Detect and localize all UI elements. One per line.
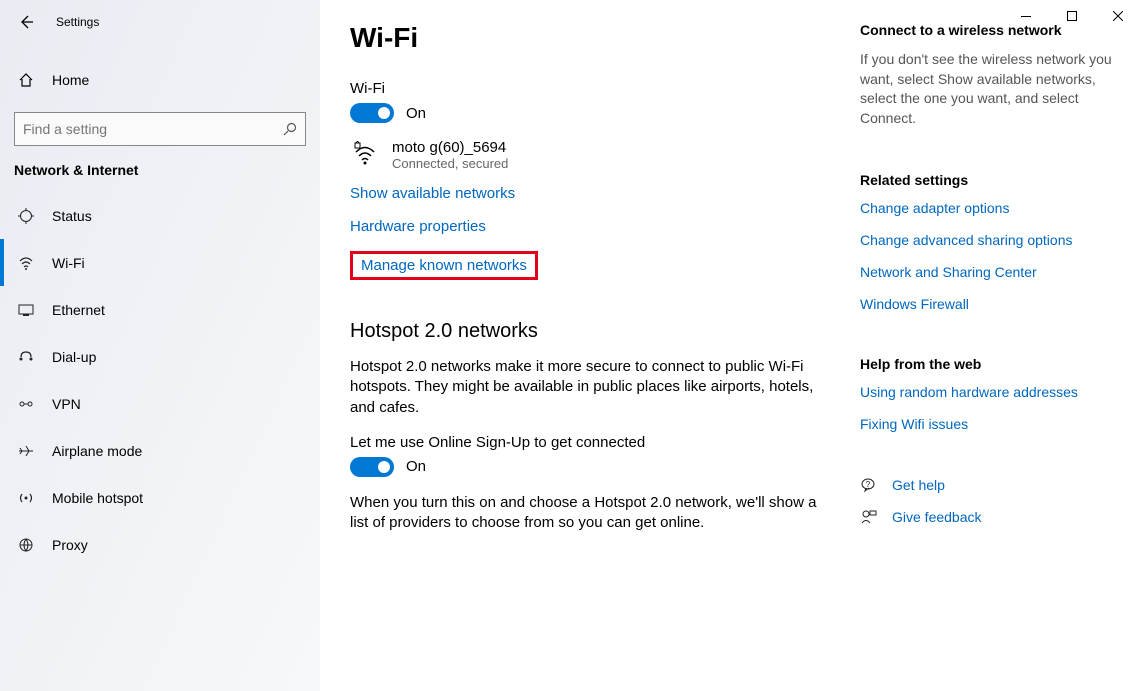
right-pane: Connect to a wireless network If you don… (860, 0, 1135, 691)
sidebar-item-label: Mobile hotspot (52, 490, 143, 506)
sidebar-item-vpn[interactable]: VPN (0, 380, 320, 427)
link-manage-known-networks[interactable]: Manage known networks (361, 257, 527, 274)
sidebar-item-label: VPN (52, 396, 81, 412)
main-content: Wi-Fi Wi-Fi On moto g(60)_5694 Connected… (320, 0, 860, 691)
wifi-toggle[interactable] (350, 103, 394, 123)
sidebar-item-airplane[interactable]: Airplane mode (0, 427, 320, 474)
dialup-icon (18, 349, 34, 365)
page-title: Wi-Fi (350, 22, 830, 54)
link-network-center[interactable]: Network and Sharing Center (860, 264, 1121, 280)
sidebar-item-label: Wi-Fi (52, 255, 85, 271)
get-help-link[interactable]: ? Get help (860, 476, 1121, 494)
signup-toggle[interactable] (350, 457, 394, 477)
sidebar-item-ethernet[interactable]: Ethernet (0, 286, 320, 333)
link-random-hw[interactable]: Using random hardware addresses (860, 384, 1121, 400)
wifi-icon (18, 255, 34, 271)
link-fix-wifi[interactable]: Fixing Wifi issues (860, 416, 1121, 432)
network-name: moto g(60)_5694 (392, 139, 508, 156)
home-icon (18, 72, 34, 88)
back-button[interactable] (18, 14, 34, 30)
signup-state: On (406, 458, 426, 475)
sidebar-item-label: Airplane mode (52, 443, 142, 459)
link-hardware-properties[interactable]: Hardware properties (350, 218, 830, 235)
svg-text:?: ? (866, 480, 871, 489)
give-feedback-label: Give feedback (892, 509, 982, 525)
connected-network[interactable]: moto g(60)_5694 Connected, secured (350, 139, 830, 171)
hotspot-icon (18, 490, 34, 506)
link-show-networks[interactable]: Show available networks (350, 185, 830, 202)
wifi-toggle-label: Wi-Fi (350, 80, 830, 97)
sidebar-item-proxy[interactable]: Proxy (0, 521, 320, 568)
link-sharing-options[interactable]: Change advanced sharing options (860, 232, 1121, 248)
status-icon (18, 208, 34, 224)
signup-label: Let me use Online Sign-Up to get connect… (350, 434, 830, 451)
sidebar-home[interactable]: Home (0, 58, 320, 102)
maximize-button[interactable] (1049, 0, 1095, 32)
signup-description: When you turn this on and choose a Hotsp… (350, 493, 830, 534)
proxy-icon (18, 537, 34, 553)
related-heading: Related settings (860, 172, 1121, 188)
app-title: Settings (56, 15, 99, 29)
sidebar-item-status[interactable]: Status (0, 192, 320, 239)
sidebar-item-label: Proxy (52, 537, 88, 553)
search-input[interactable] (23, 121, 283, 137)
link-windows-firewall[interactable]: Windows Firewall (860, 296, 1121, 312)
home-label: Home (52, 72, 89, 88)
sidebar-item-wifi[interactable]: Wi-Fi (0, 239, 320, 286)
feedback-icon (860, 508, 878, 526)
search-icon (283, 122, 297, 136)
highlight-box: Manage known networks (350, 251, 538, 280)
sidebar: Settings Home Network & Internet Status (0, 0, 320, 691)
sidebar-item-hotspot[interactable]: Mobile hotspot (0, 474, 320, 521)
search-box[interactable] (14, 112, 306, 146)
close-button[interactable] (1095, 0, 1141, 32)
link-adapter-options[interactable]: Change adapter options (860, 200, 1121, 216)
sidebar-nav: Status Wi-Fi Ethernet Dial-up VPN Airpla… (0, 192, 320, 568)
hotspot-heading: Hotspot 2.0 networks (350, 320, 830, 343)
give-feedback-link[interactable]: Give feedback (860, 508, 1121, 526)
network-status: Connected, secured (392, 156, 508, 171)
wifi-state: On (406, 105, 426, 122)
get-help-label: Get help (892, 477, 945, 493)
sidebar-section-title: Network & Internet (0, 162, 320, 192)
sidebar-item-dialup[interactable]: Dial-up (0, 333, 320, 380)
help-heading: Help from the web (860, 356, 1121, 372)
sidebar-item-label: Status (52, 208, 92, 224)
airplane-icon (18, 443, 34, 459)
sidebar-item-label: Dial-up (52, 349, 96, 365)
connect-body: If you don't see the wireless network yo… (860, 50, 1121, 128)
ethernet-icon (18, 302, 34, 318)
hotspot-description: Hotspot 2.0 networks make it more secure… (350, 357, 830, 418)
vpn-icon (18, 396, 34, 412)
minimize-button[interactable] (1003, 0, 1049, 32)
help-icon: ? (860, 476, 878, 494)
wifi-secured-icon (350, 139, 378, 167)
sidebar-item-label: Ethernet (52, 302, 105, 318)
